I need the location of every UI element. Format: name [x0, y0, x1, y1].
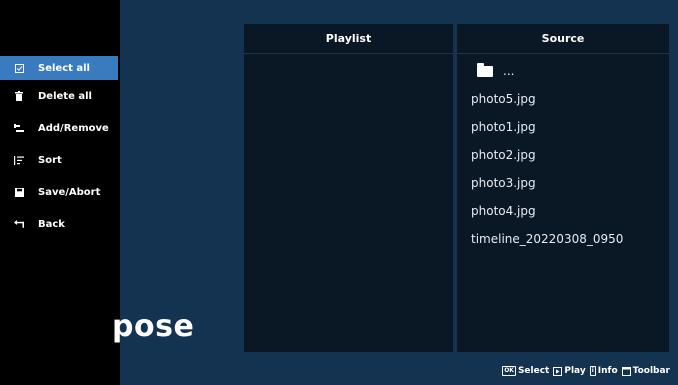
file-item[interactable]: photo4.jpg [457, 197, 669, 225]
source-list: ... photo5.jpg photo1.jpg photo2.jpg pho… [457, 54, 669, 253]
source-header: Source [457, 24, 669, 54]
toolbar-hint-label: Toolbar [632, 366, 670, 376]
play-hint-label: Play [564, 366, 586, 376]
menu-item-label: Save/Abort [38, 186, 101, 198]
menu-item-label: Back [38, 218, 65, 230]
menu-item-save-abort[interactable]: Save/Abort [0, 176, 120, 208]
file-item[interactable]: photo2.jpg [457, 141, 669, 169]
info-hint-label: Info [597, 366, 618, 376]
menu-item-select-all[interactable]: Select all [0, 56, 118, 80]
add-remove-icon [10, 123, 28, 133]
toolbar-key-icon [621, 366, 631, 376]
menu-item-label: Sort [38, 154, 62, 166]
footer-hints: OK Select Play i Info Toolbar [502, 366, 670, 376]
sidebar: Select all Delete all Add/Remove Sort Sa… [0, 0, 120, 385]
sort-icon [10, 155, 28, 165]
play-key-icon [553, 366, 563, 376]
info-hint: i Info [589, 366, 618, 376]
file-item[interactable]: photo5.jpg [457, 85, 669, 113]
ok-key-icon: OK [502, 366, 516, 376]
menu-item-delete-all[interactable]: Delete all [0, 80, 120, 112]
file-item[interactable]: timeline_20220308_0950 [457, 225, 669, 253]
file-item[interactable]: photo3.jpg [457, 169, 669, 197]
folder-label: ... [503, 64, 515, 78]
source-panel[interactable]: Source ... photo5.jpg photo1.jpg photo2.… [457, 24, 669, 352]
menu-item-sort[interactable]: Sort [0, 144, 120, 176]
toolbar-hint: Toolbar [621, 366, 670, 376]
checkbox-icon [10, 63, 28, 73]
playlist-list [244, 54, 453, 57]
save-icon [10, 187, 28, 197]
menu-item-label: Delete all [38, 90, 92, 102]
select-hint: OK Select [502, 366, 549, 376]
trash-icon [10, 91, 28, 101]
background-title: pose [112, 309, 195, 344]
back-icon [10, 220, 28, 228]
menu-item-add-remove[interactable]: Add/Remove [0, 112, 120, 144]
sidebar-menu: Select all Delete all Add/Remove Sort Sa… [0, 56, 120, 240]
playlist-panel[interactable]: Playlist [244, 24, 453, 352]
menu-item-label: Select all [38, 62, 90, 74]
panel-divider [455, 24, 456, 352]
menu-item-back[interactable]: Back [0, 208, 120, 240]
menu-item-label: Add/Remove [38, 122, 109, 134]
play-hint: Play [553, 366, 586, 376]
select-hint-label: Select [517, 366, 550, 376]
info-key-icon: i [589, 366, 596, 376]
playlist-header: Playlist [244, 24, 453, 54]
folder-icon [477, 62, 493, 77]
file-item[interactable]: photo1.jpg [457, 113, 669, 141]
folder-up-item[interactable]: ... [457, 57, 669, 85]
